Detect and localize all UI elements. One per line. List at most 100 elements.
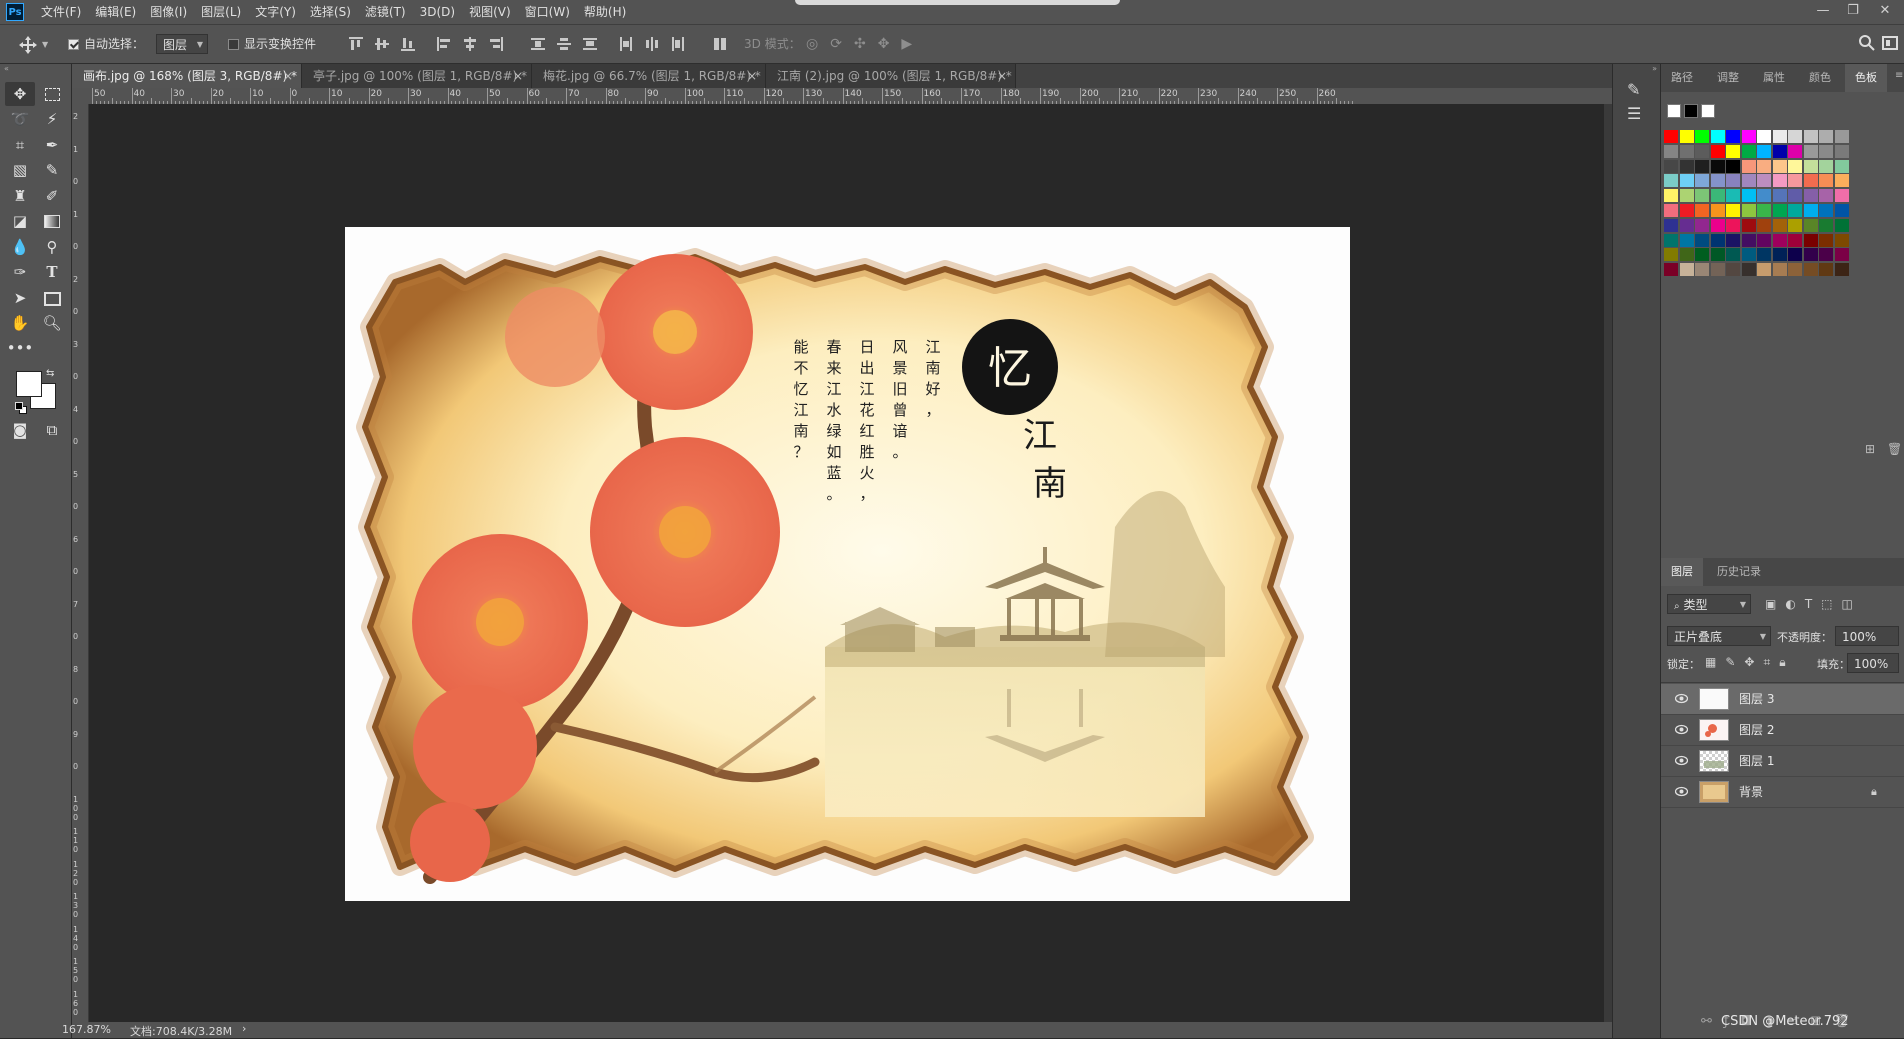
filter-shape-icon[interactable]: ⬚ <box>1821 597 1841 611</box>
document-canvas[interactable]: 忆 江 南 江南好，风景旧曾谙。日出江花红胜火，春来江水绿如蓝。能不忆江南？ <box>345 227 1350 901</box>
layer-filter-select[interactable]: ⌕ 类型 ▼ <box>1667 594 1751 614</box>
blend-mode-select[interactable]: 正片叠底 ▼ <box>1667 626 1771 646</box>
opacity-input[interactable]: 100% <box>1835 626 1899 646</box>
color-swatch[interactable] <box>1819 263 1833 277</box>
color-swatch[interactable] <box>1710 174 1725 188</box>
recent-swatch[interactable] <box>1684 104 1698 118</box>
show-transform-check-icon[interactable] <box>228 39 239 50</box>
filter-pixel-icon[interactable]: ▣ <box>1765 597 1785 611</box>
auto-select-target-select[interactable]: 图层 ▼ <box>156 34 208 54</box>
color-swatch[interactable] <box>1664 204 1678 217</box>
color-swatch[interactable] <box>1819 204 1833 217</box>
color-swatch[interactable] <box>1757 174 1771 188</box>
color-swatch[interactable] <box>1757 144 1771 158</box>
menu-edit[interactable]: 编辑(E) <box>88 0 143 24</box>
color-swatch[interactable] <box>1664 144 1678 158</box>
filter-type-icon[interactable]: T <box>1805 597 1821 611</box>
menu-3d[interactable]: 3D(D) <box>413 0 462 24</box>
menu-image[interactable]: 图像(I) <box>143 0 194 24</box>
menu-window[interactable]: 窗口(W) <box>518 0 577 24</box>
color-swatch[interactable] <box>1788 204 1802 217</box>
color-swatch[interactable] <box>1788 159 1802 173</box>
workspace-switcher-icon[interactable] <box>1882 36 1898 50</box>
color-swatch[interactable] <box>1726 248 1740 262</box>
color-swatch[interactable] <box>1664 159 1678 173</box>
color-swatch[interactable] <box>1664 233 1678 247</box>
color-swatch[interactable] <box>1695 204 1709 217</box>
color-swatch[interactable] <box>1726 204 1740 217</box>
color-swatch[interactable] <box>1803 263 1818 277</box>
color-swatch[interactable] <box>1788 263 1802 277</box>
color-swatch[interactable] <box>1679 204 1694 217</box>
color-swatch[interactable] <box>1757 204 1771 217</box>
color-swatch[interactable] <box>1757 263 1771 277</box>
color-swatch[interactable] <box>1819 233 1833 247</box>
gradient-tool[interactable] <box>37 209 67 233</box>
visibility-eye-icon[interactable] <box>1675 786 1688 797</box>
path-selection-tool[interactable]: ➤ <box>5 286 35 310</box>
align-right-icon[interactable] <box>489 37 503 51</box>
align-vcenter-icon[interactable] <box>375 37 389 51</box>
blur-tool[interactable]: 💧 <box>5 235 35 259</box>
color-swatch[interactable] <box>1772 248 1787 262</box>
color-swatch[interactable] <box>1788 130 1802 143</box>
color-swatch[interactable] <box>1772 218 1787 232</box>
edit-toolbar-button[interactable]: ••• <box>5 336 35 360</box>
filter-smart-icon[interactable]: ◫ <box>1842 597 1862 611</box>
collapse-arrows-icon[interactable]: « <box>0 64 76 73</box>
type-tool[interactable]: T <box>37 260 67 284</box>
search-icon[interactable] <box>1858 34 1876 52</box>
color-swatch[interactable] <box>1834 218 1849 232</box>
color-swatch[interactable] <box>1819 248 1833 262</box>
color-swatch[interactable] <box>1788 233 1802 247</box>
close-tab-icon[interactable]: × <box>747 64 757 88</box>
default-colors-icon[interactable] <box>15 402 27 414</box>
color-swatch[interactable] <box>1664 248 1678 262</box>
tool-preset-chevron-icon[interactable]: ▼ <box>42 40 48 49</box>
color-swatch[interactable] <box>1757 218 1771 232</box>
color-swatch[interactable] <box>1695 248 1709 262</box>
brush-tool[interactable]: ✎ <box>37 158 67 182</box>
color-swatch[interactable] <box>1834 144 1849 158</box>
3d-roll-icon[interactable]: ⟳ <box>830 36 854 52</box>
color-swatch[interactable] <box>1741 174 1756 188</box>
history-brush-tool[interactable]: ✐ <box>37 184 67 208</box>
color-swatch[interactable] <box>1679 233 1694 247</box>
distribute-right-icon[interactable] <box>671 37 685 51</box>
marquee-tool[interactable] <box>37 82 67 106</box>
tab-pavilion[interactable]: 亭子.jpg @ 100% (图层 1, RGB/8#) * × <box>302 64 532 88</box>
color-swatch[interactable] <box>1803 218 1818 232</box>
align-left-icon[interactable] <box>437 37 451 51</box>
color-swatch[interactable] <box>1695 233 1709 247</box>
eyedropper-tool[interactable]: ✒ <box>37 133 67 157</box>
color-swatch[interactable] <box>1819 174 1833 188</box>
color-swatch[interactable] <box>1803 130 1818 143</box>
ruler-origin[interactable] <box>72 88 88 104</box>
visibility-eye-icon[interactable] <box>1675 693 1688 704</box>
color-swatch[interactable] <box>1679 159 1694 173</box>
visibility-eye-icon[interactable] <box>1675 755 1688 766</box>
align-hcenter-icon[interactable] <box>463 37 477 51</box>
quick-mask-button[interactable]: ◙ <box>5 418 35 442</box>
align-top-icon[interactable] <box>349 37 363 51</box>
color-swatch[interactable] <box>1664 130 1678 143</box>
color-swatch[interactable] <box>1726 130 1740 143</box>
magic-wand-tool[interactable]: ⚡ <box>37 107 67 131</box>
color-swatch[interactable] <box>1834 174 1849 188</box>
tab-swatches[interactable]: 色板 <box>1845 64 1887 92</box>
lock-pixels-icon[interactable]: ✎ <box>1725 655 1744 669</box>
color-swatch[interactable] <box>1741 189 1756 203</box>
auto-align-icon[interactable] <box>713 37 727 51</box>
restore-button[interactable]: ❐ <box>1838 0 1868 24</box>
foreground-color-swatch[interactable] <box>16 371 42 397</box>
color-swatch[interactable] <box>1695 144 1709 158</box>
color-swatch[interactable] <box>1803 144 1818 158</box>
distribute-vcenter-icon[interactable] <box>557 37 571 51</box>
color-swatch[interactable] <box>1834 189 1849 203</box>
menu-select[interactable]: 选择(S) <box>303 0 358 24</box>
color-swatch[interactable] <box>1695 189 1709 203</box>
color-swatch[interactable] <box>1834 248 1849 262</box>
color-swatch[interactable] <box>1757 159 1771 173</box>
tab-jiangnan[interactable]: 江南 (2).jpg @ 100% (图层 1, RGB/8#) * × <box>766 64 1016 88</box>
rectangle-tool[interactable] <box>37 286 67 310</box>
